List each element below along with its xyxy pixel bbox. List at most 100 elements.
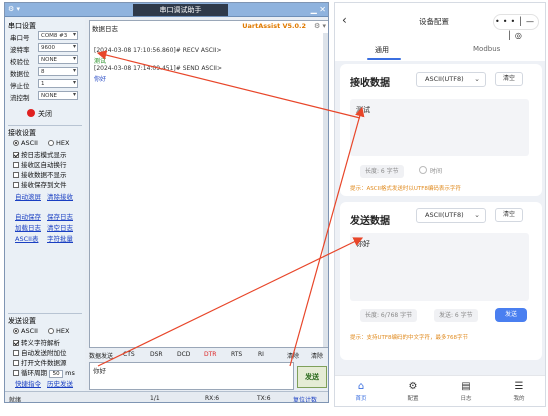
recv-settings-title: 接收设置 [8,129,36,137]
send-button-phone[interactable]: 发送 [495,308,527,322]
status-text: 就绪 [9,397,22,403]
recv-settings-icon[interactable]: ⚙ ▾ [314,22,326,30]
window-controls[interactable]: ▁ ✕ [300,4,326,16]
menu-icon[interactable]: ⚙ ▾ [8,5,28,15]
nav-profile[interactable]: ☰ 我的 [501,380,537,402]
signal-dtr[interactable]: DTR [204,351,216,358]
open-port-button[interactable]: 关闭 [27,106,67,122]
serial-row-select[interactable]: NONE [38,55,78,64]
receive-pane: 数据日志 UartAssist V5.0.2 ⚙ ▾ [2024-03-08 1… [89,20,328,348]
chevron-down-icon: ⌄ [474,211,480,219]
serial-row-label: 流控制 [10,94,30,102]
reset-count-link[interactable]: 复位计数 [293,395,317,402]
serial-row-label: 串口号 [10,34,30,42]
phone-header: ‹ 设备配置 •••│—│◎ [335,3,545,43]
signal-cts[interactable]: CTS [123,351,135,358]
serial-row-select[interactable]: NONE [38,91,78,100]
send-input[interactable]: 你好 [89,362,294,390]
phone-app: ‹ 设备配置 •••│—│◎ 通用 Modbus 接收数据 ASCII(UTF8… [334,2,546,407]
serial-row-4: 停止位 1 [10,79,82,90]
period-input[interactable]: 50 [49,370,64,378]
tab-modbus[interactable]: Modbus [473,45,500,53]
recv-tab[interactable]: 数据日志 [92,23,118,33]
nav-settings[interactable]: ⚙ 配置 [395,380,431,402]
recv-ascii-radio[interactable]: ASCII [13,139,38,147]
send-hex-radio[interactable]: HEX [48,327,69,335]
settings-sidebar: 串口设置 串口号 COM8 #3 波特率 9600 校验位 NONE 数据位 8 停止位 1 流控制… [5,18,85,402]
signal-dcd[interactable]: DCD [177,351,190,358]
signal-rts[interactable]: RTS [231,351,242,358]
screenshot-root: ⚙ ▾ 串口调试助手 ▁ ✕ 串口设置 串口号 COM8 #3 波特率 9600 校验位… [0,0,548,416]
ascii-table-link[interactable]: ASCII表 [15,233,38,243]
status-page: 1/1 [150,395,160,402]
recv-option-autowrap[interactable]: 接收区自动换行 [13,159,67,169]
send-length: 长度: 6/768 字节 [360,309,418,322]
scrollbar[interactable] [323,33,328,347]
send-option-file[interactable]: 打开文件数据源 [13,357,67,367]
nav-log[interactable]: ▤ 日志 [448,380,484,402]
recv-option-hide[interactable]: 接收数据不显示 [13,169,67,179]
tab-bar: 通用 Modbus [335,43,545,61]
receive-textarea[interactable]: 测试 [350,99,529,156]
send-option-period[interactable]: 循环周期 50 ms [13,367,75,378]
capsule-menu[interactable]: •••│—│◎ [493,14,539,40]
clear-recv-link[interactable]: 清除接收 [47,191,73,201]
auto-scroll-link[interactable]: 自动滚屏 [15,191,41,201]
auto-save-link[interactable]: 自动保存 [15,211,41,221]
status-bar: 就绪 1/1 RX:6 TX:6 复位计数 [5,391,328,403]
receive-hint: 提示：ASCII格式发送时以UTF8编码表示字符 [350,186,461,192]
send-ascii-radio[interactable]: ASCII [13,327,38,335]
port-status-icon [27,109,35,117]
signal-dsr[interactable]: DSR [150,351,163,358]
send-format-options: ASCII HEX [13,327,69,335]
nav-home[interactable]: ⌂ 首页 [343,380,379,402]
serial-row-select[interactable]: 8 [38,67,78,76]
receive-encoding-select[interactable]: ASCII(UTF8) ⌄ [416,72,486,87]
send-button[interactable]: 发送 [297,366,327,388]
send-textarea[interactable]: 你好 [350,233,529,301]
recv-option-log-mode[interactable]: 按日志模式显示 [13,149,67,159]
clear-all-button[interactable]: 清除 [311,351,323,360]
log-line: [2024-03-08 17:10:56.860]# RECV ASCII> [94,47,222,54]
serial-settings-title: 串口设置 [8,22,36,30]
serial-row-label: 校验位 [10,58,30,66]
log-line: 你好 [94,76,107,83]
window-title: 串口调试助手 [133,4,228,16]
clear-log-link[interactable]: 清空日志 [47,222,73,232]
send-tab[interactable]: 数据发送 [89,353,113,360]
send-clear-button[interactable]: 清空 [495,208,523,222]
receive-length: 长度: 6 字节 [360,165,404,178]
send-option-append[interactable]: 自动发送附加位 [13,347,67,357]
save-log-link[interactable]: 保存日志 [47,211,73,221]
sent-bytes: 发送: 6 字节 [434,309,478,322]
clear-send-button[interactable]: 清除 [287,351,299,360]
serial-row-label: 停止位 [10,82,30,90]
batch-char-link[interactable]: 字符批量 [47,233,73,243]
tx-count: TX:6 [257,395,271,402]
serial-row-1: 波特率 9600 [10,43,82,54]
serial-row-select[interactable]: 9600 [38,43,78,52]
back-icon[interactable]: ‹ [342,13,347,27]
tab-general[interactable]: 通用 [375,45,389,55]
serial-assistant-window: ⚙ ▾ 串口调试助手 ▁ ✕ 串口设置 串口号 COM8 #3 波特率 9600 校验位… [4,2,329,403]
brand-label: UartAssist V5.0.2 [242,22,306,30]
time-toggle[interactable]: 时间 [414,165,448,178]
send-title: 发送数据 [350,216,390,227]
recv-hex-radio[interactable]: HEX [48,139,69,147]
load-log-link[interactable]: 加载日志 [15,222,41,232]
log-line: [2024-03-08 17:14:09.451]# SEND ASCII> [94,65,222,72]
signal-ri[interactable]: RI [258,351,264,358]
serial-row-3: 数据位 8 [10,67,82,78]
receive-clear-button[interactable]: 清空 [495,72,523,86]
serial-row-select[interactable]: 1 [38,79,78,88]
receive-card: 接收数据 ASCII(UTF8) ⌄ 清空 测试 长度: 6 字节 时间 提示：A… [340,64,542,196]
serial-row-select[interactable]: COM8 #3 [38,31,78,40]
send-option-escape[interactable]: 转义字符解析 [13,337,60,347]
send-encoding-select[interactable]: ASCII(UTF8) ⌄ [416,208,486,223]
recv-option-save-file[interactable]: 接收保存到文件 [13,179,67,189]
serial-row-5: 流控制 NONE [10,91,82,102]
bottom-nav: ⌂ 首页 ⚙ 配置 ▤ 日志 ☰ 我的 [335,375,545,406]
quick-cmd-link[interactable]: 快捷指令 [15,378,41,388]
divider [8,313,82,314]
history-link[interactable]: 历史发送 [47,378,73,388]
